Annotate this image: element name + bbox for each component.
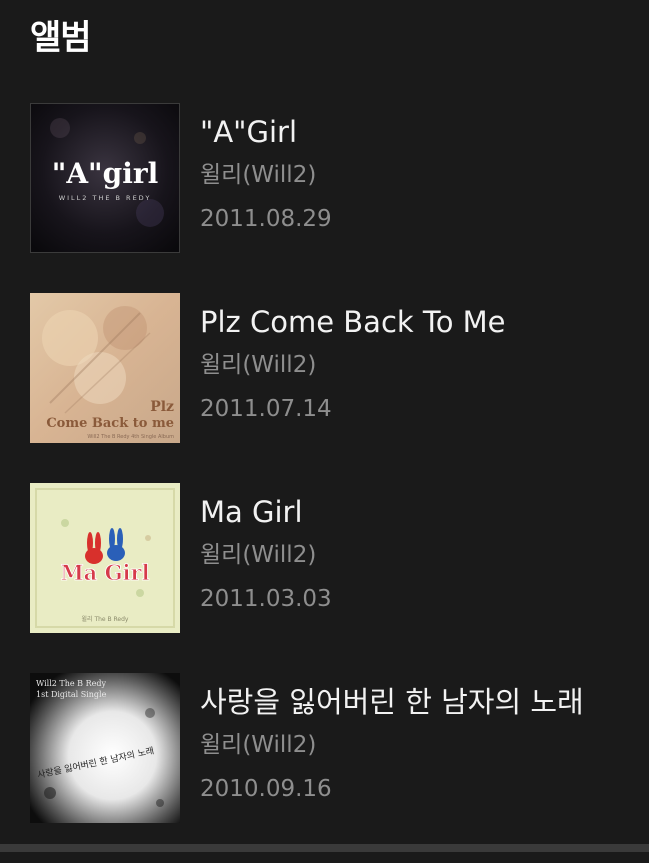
cover-title-text: Will2 The B Redy [36,679,106,688]
album-cover-art: Plz Come Back to me Will2 The B Redy 4th… [30,293,180,443]
album-title[interactable]: Plz Come Back To Me [200,305,506,339]
album-info: Plz Come Back To Me 윌리(Will2) 2011.07.14 [200,293,506,443]
cover-title-text: Ma Girl [60,560,149,585]
album-cover[interactable]: "A"girl WILL2 THE B REDY [30,103,180,253]
album-title[interactable]: "A"Girl [200,115,332,149]
album-item-a-girl[interactable]: "A"girl WILL2 THE B REDY "A"Girl 윌리(Will… [30,103,630,253]
album-artist[interactable]: 윌리(Will2) [200,541,332,569]
cover-subtitle-text: 윌리 The B Redy [82,615,129,623]
album-list: "A"girl WILL2 THE B REDY "A"Girl 윌리(Will… [30,103,630,863]
album-cover[interactable]: Plz Come Back to me Will2 The B Redy 4th… [30,293,180,443]
album-cover[interactable]: Will2 The B Redy 1st Digital Single 사랑을 … [30,673,180,823]
album-item-plz-come-back[interactable]: Plz Come Back to me Will2 The B Redy 4th… [30,293,630,443]
album-cover[interactable]: Ma Girl 윌리 The B Redy [30,483,180,633]
album-cover-art: Ma Girl 윌리 The B Redy [30,483,180,633]
album-artist[interactable]: 윌리(Will2) [200,161,332,189]
album-cover-art: "A"girl WILL2 THE B REDY [30,103,180,253]
cover-title-text: "A"girl [52,157,159,190]
album-info: 사랑을 잃어버린 한 남자의 노래 윌리(Will2) 2010.09.16 [200,673,584,823]
cover-title-text-2: 1st Digital Single [36,690,107,699]
album-title[interactable]: Ma Girl [200,495,332,529]
cover-subtitle-text: WILL2 THE B REDY [59,194,152,202]
album-date: 2011.08.29 [200,206,332,232]
album-cover-art: Will2 The B Redy 1st Digital Single 사랑을 … [30,673,180,823]
album-title[interactable]: 사랑을 잃어버린 한 남자의 노래 [200,685,584,719]
album-date: 2011.03.03 [200,586,332,612]
section-title: 앨범 [30,18,92,58]
bottom-divider [0,844,649,852]
cover-title-text-2: Come Back to me [46,416,174,431]
album-info: Ma Girl 윌리(Will2) 2011.03.03 [200,483,332,633]
cover-subtitle-text: Will2 The B Redy 4th Single Album [87,434,174,440]
album-artist[interactable]: 윌리(Will2) [200,351,506,379]
album-item-ma-girl[interactable]: Ma Girl 윌리 The B Redy Ma Girl 윌리(Will2) … [30,483,630,633]
album-date: 2011.07.14 [200,396,332,422]
album-date: 2010.09.16 [200,776,332,802]
album-info: "A"Girl 윌리(Will2) 2011.08.29 [200,103,332,253]
album-artist[interactable]: 윌리(Will2) [200,731,584,759]
cover-title-text: Plz [150,399,174,415]
album-item-sarang[interactable]: Will2 The B Redy 1st Digital Single 사랑을 … [30,673,630,823]
